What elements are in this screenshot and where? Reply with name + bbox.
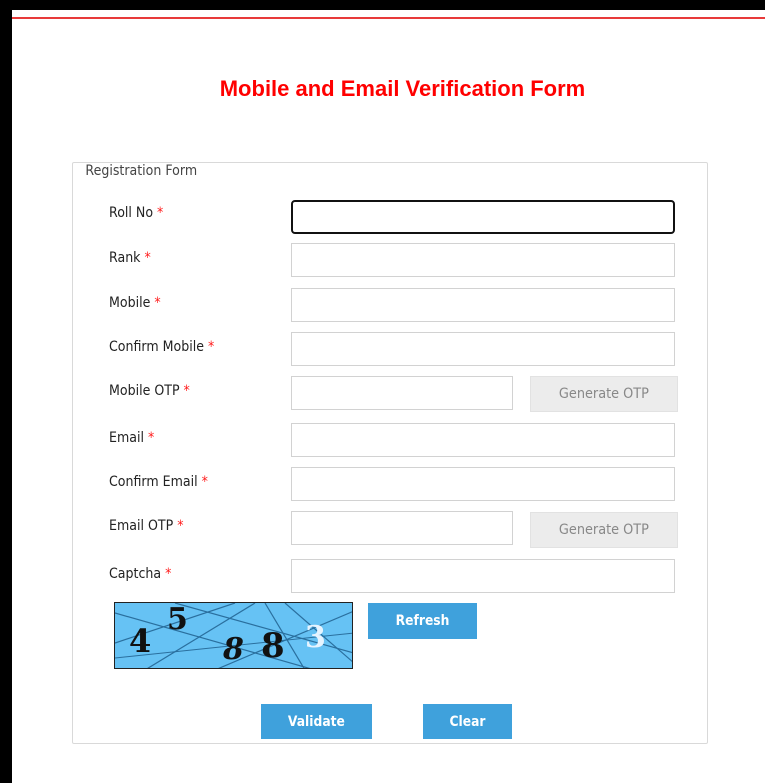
required-marker: * — [144, 250, 151, 266]
label-roll-no: Roll No * — [109, 205, 164, 221]
refresh-captcha-button[interactable]: Refresh — [368, 603, 477, 639]
roll-no-input[interactable] — [291, 200, 675, 234]
required-marker: * — [177, 518, 184, 534]
captcha-input[interactable] — [291, 559, 675, 593]
captcha-image: 4 5 8 8 3 — [114, 602, 353, 669]
required-marker: * — [157, 205, 164, 221]
mobile-input[interactable] — [291, 288, 675, 322]
generate-email-otp-button[interactable]: Generate OTP — [530, 512, 678, 548]
label-confirm-mobile: Confirm Mobile * — [109, 339, 215, 355]
required-marker: * — [147, 430, 155, 446]
captcha-char: 8 — [223, 632, 244, 667]
label-confirm-email: Confirm Email * — [109, 474, 208, 490]
validate-button[interactable]: Validate — [261, 704, 372, 739]
label-mobile: Mobile * — [109, 295, 161, 311]
captcha-char: 8 — [261, 626, 285, 666]
captcha-char: 3 — [305, 620, 326, 655]
label-email: Email * — [109, 430, 155, 446]
required-marker: * — [154, 295, 161, 311]
mobile-otp-input[interactable] — [291, 376, 513, 410]
required-marker: * — [208, 339, 215, 355]
label-mobile-otp: Mobile OTP * — [109, 383, 190, 399]
fieldset-legend: Registration Form — [80, 163, 203, 179]
email-otp-input[interactable] — [291, 511, 513, 545]
confirm-email-input[interactable] — [291, 467, 675, 501]
label-rank: Rank * — [109, 250, 151, 266]
required-marker: * — [183, 383, 190, 399]
captcha-char: 5 — [167, 602, 188, 637]
header-rule — [12, 17, 765, 19]
page-title: Mobile and Email Verification Form — [219, 76, 586, 101]
required-marker: * — [165, 566, 172, 582]
label-email-otp: Email OTP * — [109, 518, 184, 534]
confirm-mobile-input[interactable] — [291, 332, 675, 366]
rank-input[interactable] — [291, 243, 675, 277]
captcha-char: 4 — [129, 622, 152, 660]
window-top-border — [0, 0, 765, 10]
required-marker: * — [201, 474, 208, 490]
email-input[interactable] — [291, 423, 675, 457]
generate-mobile-otp-button[interactable]: Generate OTP — [530, 376, 678, 412]
window-left-border — [0, 0, 12, 783]
clear-button[interactable]: Clear — [423, 704, 512, 739]
label-captcha: Captcha * — [109, 566, 172, 582]
